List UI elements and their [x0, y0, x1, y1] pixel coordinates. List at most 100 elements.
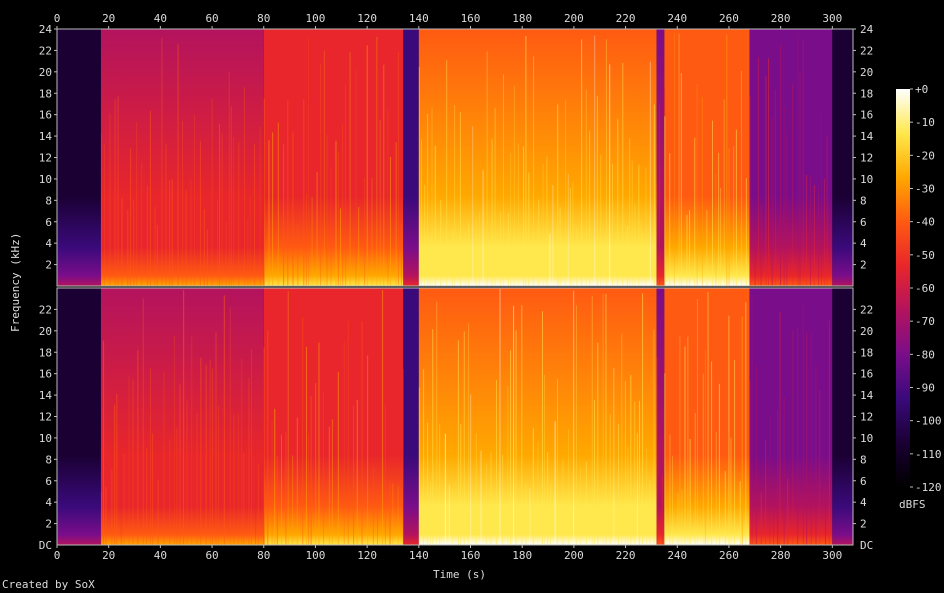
streak — [749, 95, 751, 286]
y-tick-label-right: 12 — [860, 152, 873, 165]
streak — [630, 374, 632, 545]
x-tick-label-bottom: 260 — [719, 549, 739, 562]
y-tick-label-right: 6 — [860, 216, 867, 229]
streak — [358, 207, 360, 286]
streak — [480, 450, 482, 545]
streak — [248, 377, 250, 545]
streak — [694, 413, 696, 545]
streak — [169, 180, 171, 286]
y-tick-label-right: 14 — [860, 389, 874, 402]
colorbar — [896, 89, 910, 487]
y-tick-label-right: 10 — [860, 432, 873, 445]
colorbar-tick-label: -30 — [915, 183, 935, 196]
x-tick-label-top: 40 — [154, 12, 167, 25]
streak — [797, 34, 799, 286]
streak — [783, 106, 785, 287]
streak — [337, 151, 339, 286]
streak — [451, 230, 453, 286]
streak — [353, 405, 355, 545]
colorbar-tick-label: -10 — [915, 116, 935, 129]
streak — [733, 146, 735, 286]
colorbar-tick-label: -60 — [915, 282, 935, 295]
streak — [305, 346, 307, 545]
streak — [720, 187, 722, 286]
streak — [622, 62, 624, 286]
streak — [250, 349, 252, 545]
streak — [718, 152, 720, 286]
streak — [427, 114, 429, 287]
streak — [345, 84, 347, 286]
streak — [347, 320, 349, 545]
y-tick-label-left: 14 — [39, 130, 53, 143]
streak — [149, 368, 151, 545]
streak — [439, 424, 441, 545]
streak — [672, 455, 674, 545]
streak — [792, 329, 794, 545]
streak — [389, 482, 391, 545]
streak — [185, 190, 187, 286]
x-tick-label-top: 100 — [306, 12, 326, 25]
streak — [114, 99, 116, 286]
streak — [715, 431, 717, 545]
streak — [111, 469, 113, 545]
x-tick-label-bottom: 0 — [54, 549, 61, 562]
colorbar-tick-label: -80 — [915, 348, 935, 361]
streak — [318, 342, 320, 545]
y-tick-label-left: 20 — [39, 66, 52, 79]
streak — [103, 340, 105, 545]
streak — [128, 376, 130, 545]
x-tick-label-top: 120 — [357, 12, 377, 25]
x-tick-label-bottom: 120 — [357, 549, 377, 562]
streak — [605, 39, 607, 286]
streak — [575, 305, 577, 545]
streak — [755, 366, 757, 545]
streak — [538, 199, 540, 286]
streak — [392, 483, 394, 545]
streak — [310, 396, 312, 545]
streak — [154, 206, 156, 286]
streak — [296, 417, 298, 545]
streak — [677, 493, 679, 545]
streak — [444, 433, 446, 545]
streak — [177, 44, 179, 286]
streak — [711, 120, 713, 286]
y-tick-label-right: 24 — [860, 23, 874, 36]
streak — [303, 99, 305, 287]
streak — [389, 156, 391, 286]
plot-area — [56, 28, 854, 546]
streak — [567, 174, 569, 286]
streak — [679, 335, 681, 545]
streak — [723, 99, 725, 287]
streak — [593, 400, 595, 545]
streak — [183, 290, 185, 545]
x-tick-label-top: 280 — [771, 12, 791, 25]
x-tick-label-bottom: 220 — [616, 549, 636, 562]
streak — [537, 441, 539, 545]
streak — [602, 293, 604, 545]
streak — [525, 35, 527, 286]
streak — [320, 63, 322, 287]
y-tick-label-right: 20 — [860, 66, 873, 79]
streak — [546, 156, 548, 286]
x-tick-label-top: 80 — [257, 12, 270, 25]
streak — [206, 229, 208, 286]
streak — [199, 140, 201, 286]
streak — [395, 142, 397, 286]
streak — [315, 382, 317, 545]
y-tick-label-left: 8 — [45, 453, 52, 466]
streak — [446, 60, 448, 286]
streak — [605, 293, 607, 545]
streak — [529, 488, 531, 545]
streak — [557, 104, 559, 286]
streak — [176, 427, 178, 545]
streak — [572, 182, 574, 286]
streak — [174, 335, 176, 545]
streak — [109, 113, 111, 286]
streak — [726, 34, 728, 286]
streak — [510, 152, 512, 286]
streak — [638, 164, 640, 286]
y-tick-label-left: 8 — [45, 194, 52, 207]
streak — [367, 355, 369, 545]
streak — [591, 295, 593, 545]
streak — [490, 451, 492, 545]
